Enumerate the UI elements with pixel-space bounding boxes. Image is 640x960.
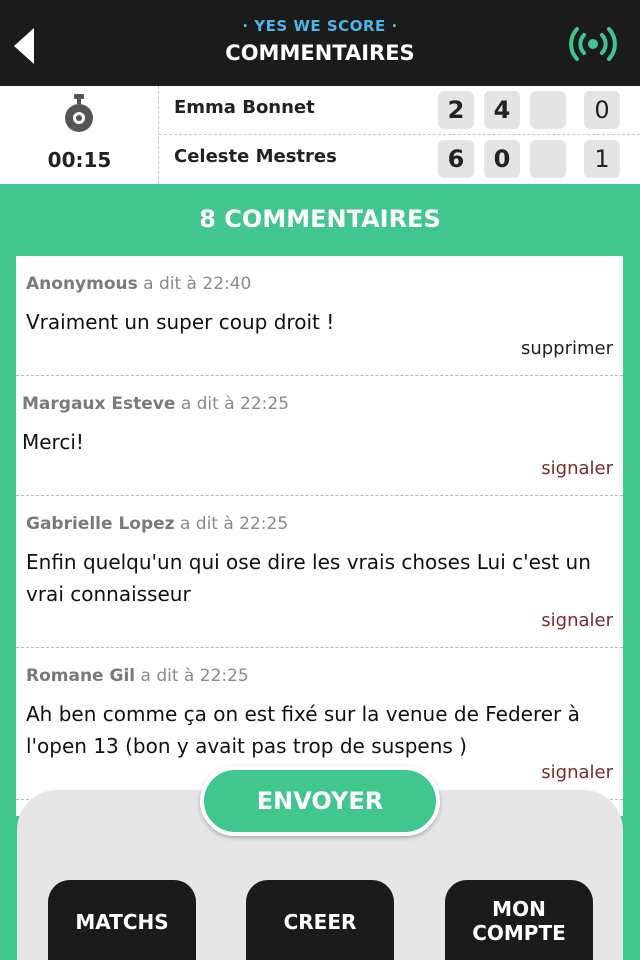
- report-link[interactable]: signaler: [541, 762, 613, 783]
- comment-author: Anonymous: [26, 274, 138, 294]
- comment-meta: Romane Gil a dit à 22:25: [26, 666, 249, 686]
- nav-matchs-button[interactable]: MATCHS: [48, 880, 196, 960]
- player-row: Celeste Mestres 6 0 1: [159, 135, 640, 184]
- set-score: [530, 140, 566, 178]
- comment-meta: Margaux Esteve a dit à 22:25: [22, 394, 289, 414]
- comment-text: Vraiment un super coup droit !: [26, 310, 335, 334]
- delete-link[interactable]: supprimer: [521, 338, 613, 359]
- player-row: Emma Bonnet 2 4 0: [159, 86, 640, 135]
- comment-text: Enfin quelqu'un qui ose dire les vrais c…: [26, 550, 591, 606]
- player-name: Emma Bonnet: [174, 97, 315, 118]
- comment-meta: Gabrielle Lopez a dit à 22:25: [26, 514, 288, 534]
- comment-time: a dit à 22:25: [179, 514, 289, 534]
- comment-time: a dit à 22:25: [180, 394, 290, 414]
- comment-item: Gabrielle Lopez a dit à 22:25 Enfin quel…: [16, 496, 623, 648]
- nav-label: COMPTE: [472, 921, 566, 945]
- scoreboard: 00:15 Emma Bonnet 2 4 0 Celeste Mestres …: [0, 86, 640, 184]
- game-score: 0: [584, 91, 620, 129]
- comment-text: Ah ben comme ça on est fixé sur la venue…: [26, 702, 580, 758]
- player-name: Celeste Mestres: [174, 146, 337, 167]
- comment-author: Gabrielle Lopez: [26, 514, 175, 534]
- comment-item: Margaux Esteve a dit à 22:25 Merci! sign…: [16, 376, 623, 496]
- send-button[interactable]: ENVOYER: [200, 766, 440, 836]
- report-link[interactable]: signaler: [541, 610, 613, 631]
- nav-label: MATCHS: [75, 910, 169, 934]
- nav-creer-button[interactable]: CREER: [246, 880, 394, 960]
- set-score: 0: [484, 140, 520, 178]
- comments-count-title: 8 COMMENTAIRES: [199, 205, 441, 233]
- page-title: COMMENTAIRES: [225, 41, 415, 65]
- top-bar: · YES WE SCORE · COMMENTAIRES: [0, 0, 640, 86]
- set-score: 4: [484, 91, 520, 129]
- report-link[interactable]: signaler: [541, 458, 613, 479]
- game-score: 1: [584, 140, 620, 178]
- set-score: 2: [438, 91, 474, 129]
- comment-item: Anonymous a dit à 22:40 Vraiment un supe…: [16, 256, 623, 376]
- comment-time: a dit à 22:25: [140, 666, 249, 686]
- live-broadcast-icon[interactable]: [568, 26, 618, 62]
- stopwatch-icon: [65, 94, 93, 132]
- nav-label: MON: [492, 897, 546, 921]
- set-score: 6: [438, 140, 474, 178]
- comment-text: Merci!: [22, 430, 84, 454]
- comments-list[interactable]: Anonymous a dit à 22:40 Vraiment un supe…: [16, 256, 623, 816]
- comment-meta: Anonymous a dit à 22:40: [26, 274, 251, 294]
- match-timer: 00:15: [0, 86, 159, 184]
- comment-time: a dit à 22:40: [143, 274, 252, 294]
- comment-author: Romane Gil: [26, 666, 136, 686]
- nav-account-button[interactable]: MON COMPTE: [445, 880, 593, 960]
- elapsed-time: 00:15: [47, 148, 112, 172]
- set-score: [530, 91, 566, 129]
- nav-label: CREER: [283, 910, 357, 934]
- comment-author: Margaux Esteve: [22, 394, 176, 414]
- brand-name: · YES WE SCORE ·: [242, 17, 398, 35]
